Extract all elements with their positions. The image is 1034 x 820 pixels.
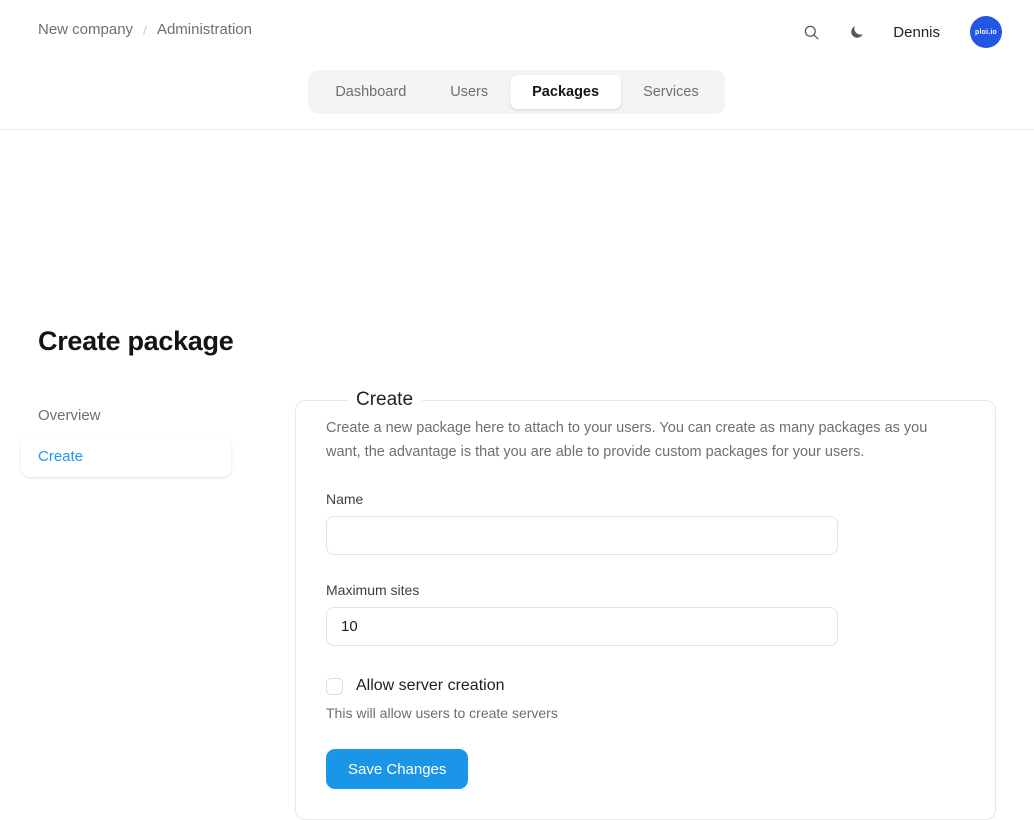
field-maximum-sites-label: Maximum sites bbox=[326, 582, 965, 598]
sidebar-item-create[interactable]: Create bbox=[21, 436, 231, 477]
page-title: Create package bbox=[38, 326, 233, 357]
main-tabs: Dashboard Users Packages Services bbox=[308, 70, 725, 114]
tab-users[interactable]: Users bbox=[428, 75, 510, 109]
avatar[interactable]: ploi.io bbox=[970, 16, 1002, 48]
card-legend: Create bbox=[349, 389, 422, 411]
card-description: Create a new package here to attach to y… bbox=[326, 416, 951, 464]
breadcrumb-current[interactable]: Administration bbox=[157, 21, 252, 38]
app-header: New company / Administration Dennis ploi… bbox=[0, 0, 1034, 130]
breadcrumb: New company / Administration bbox=[38, 21, 252, 38]
field-maximum-sites: Maximum sites bbox=[326, 582, 965, 646]
tab-packages[interactable]: Packages bbox=[510, 75, 621, 109]
sidebar-item-overview[interactable]: Overview bbox=[21, 395, 231, 436]
allow-server-creation-help: This will allow users to create servers bbox=[326, 705, 965, 721]
settings-sidebar: Overview Create bbox=[21, 395, 231, 477]
save-changes-button[interactable]: Save Changes bbox=[326, 749, 468, 789]
field-name-label: Name bbox=[326, 491, 965, 507]
tab-services[interactable]: Services bbox=[621, 75, 721, 109]
name-input[interactable] bbox=[326, 516, 838, 555]
header-actions: Dennis ploi.io bbox=[799, 16, 1002, 48]
allow-server-creation-label[interactable]: Allow server creation bbox=[356, 677, 505, 695]
tab-dashboard[interactable]: Dashboard bbox=[313, 75, 428, 109]
search-icon[interactable] bbox=[799, 20, 823, 44]
maximum-sites-input[interactable] bbox=[326, 607, 838, 646]
moon-icon[interactable] bbox=[845, 20, 869, 44]
breadcrumb-separator: / bbox=[143, 22, 147, 38]
breadcrumb-company[interactable]: New company bbox=[38, 21, 133, 38]
user-name: Dennis bbox=[893, 24, 940, 41]
allow-server-creation-checkbox[interactable] bbox=[326, 678, 343, 695]
avatar-label: ploi.io bbox=[975, 29, 997, 36]
create-package-card: Create Create a new package here to atta… bbox=[295, 389, 996, 820]
field-name: Name bbox=[326, 491, 965, 555]
allow-server-creation-row: Allow server creation bbox=[326, 677, 965, 695]
